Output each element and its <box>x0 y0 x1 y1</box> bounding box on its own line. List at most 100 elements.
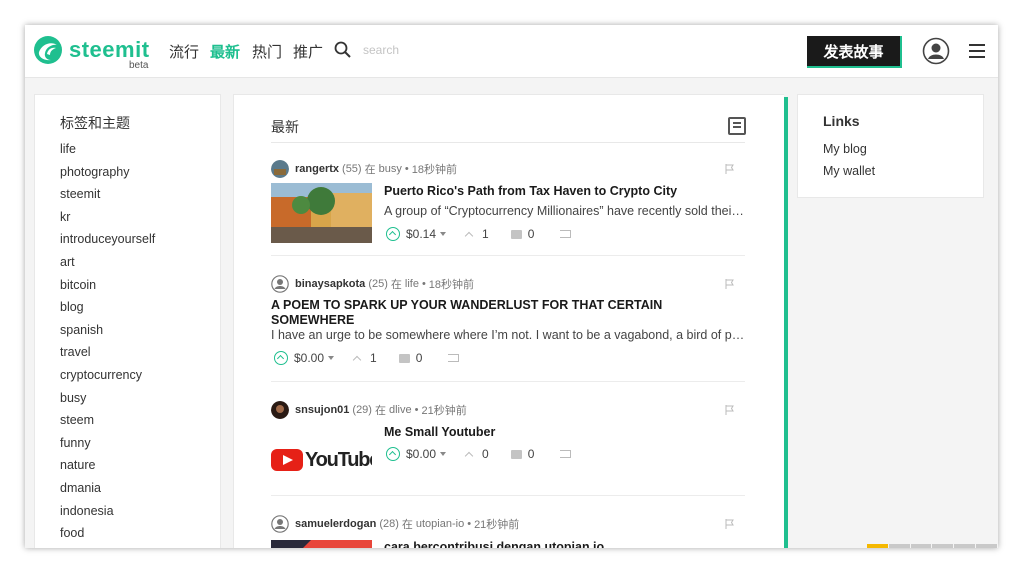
tag-link[interactable]: life <box>60 141 155 164</box>
chevron-down-icon[interactable] <box>440 232 447 236</box>
post-thumbnail[interactable]: YouTube <box>271 430 372 490</box>
post-author[interactable]: rangertx <box>295 163 339 175</box>
post-category[interactable]: life <box>405 278 419 290</box>
tag-link[interactable]: dmania <box>60 480 155 503</box>
tag-link[interactable]: introduceyourself <box>60 231 155 254</box>
vote-count[interactable]: 1 <box>482 227 489 241</box>
chevron-down-icon[interactable] <box>440 452 447 456</box>
steemit-logo-icon[interactable] <box>33 35 63 65</box>
comment-icon[interactable] <box>398 353 410 363</box>
tag-link[interactable]: food <box>60 525 155 548</box>
tag-link[interactable]: kr <box>60 209 155 232</box>
payout-value[interactable]: $0.14 <box>406 227 436 241</box>
comment-count[interactable]: 0 <box>528 227 535 241</box>
tags-sidebar: 标签和主题 life photography steemit kr introd… <box>34 94 221 548</box>
in-label: 在 <box>401 519 413 531</box>
bottom-strip <box>867 544 998 548</box>
nav-trending[interactable]: 流行 <box>169 41 199 62</box>
post-thumbnail[interactable] <box>271 540 372 548</box>
post-title[interactable]: Me Small Youtuber <box>384 425 744 440</box>
flag-icon[interactable] <box>725 519 735 529</box>
post-meta: snsujon01 (29) 在 dlive • 21秒钟前 <box>271 400 470 420</box>
nav-new[interactable]: 最新 <box>210 41 240 62</box>
post-meta: rangertx (55) 在 busy • 18秒钟前 <box>271 159 460 179</box>
search-icon[interactable] <box>334 41 352 59</box>
flag-icon[interactable] <box>725 405 735 415</box>
post-author[interactable]: snsujon01 <box>295 404 349 416</box>
flag-icon[interactable] <box>725 279 735 289</box>
comment-count[interactable]: 0 <box>528 447 535 461</box>
vote-count[interactable]: 1 <box>370 351 377 365</box>
post-time[interactable]: 18秒钟前 <box>412 161 457 177</box>
post-thumbnail[interactable] <box>271 183 372 243</box>
post-title[interactable]: A POEM TO SPARK UP YOUR WANDERLUST FOR T… <box>271 298 691 328</box>
links-panel: Links My blog My wallet <box>797 94 984 198</box>
tag-link[interactable]: steemit <box>60 186 155 209</box>
divider <box>271 142 745 143</box>
my-wallet-link[interactable]: My wallet <box>823 164 875 178</box>
post-category[interactable]: dlive <box>389 404 412 416</box>
hamburger-menu-icon[interactable] <box>969 44 985 58</box>
nav-hot[interactable]: 热门 <box>252 41 282 62</box>
post-excerpt[interactable]: A group of “Cryptocurrency Millionaires”… <box>384 204 744 218</box>
vote-count[interactable]: 0 <box>482 447 489 461</box>
sidebar-title: 标签和主题 <box>60 115 130 131</box>
author-reputation: (29) <box>352 404 372 416</box>
submit-story-button[interactable]: 发表故事 <box>807 36 902 68</box>
reblog-icon[interactable] <box>448 354 460 362</box>
my-blog-link[interactable]: My blog <box>823 142 867 156</box>
tag-link[interactable]: busy <box>60 390 155 413</box>
comment-count[interactable]: 0 <box>416 351 423 365</box>
post-item[interactable]: samuelerdogan (28) 在 utopian-io • 21秒钟前 … <box>271 514 745 548</box>
chevron-down-icon[interactable] <box>328 356 335 360</box>
post-actions: $0.00 0 0 <box>386 445 572 463</box>
post-time[interactable]: 21秒钟前 <box>474 516 519 532</box>
post-author[interactable]: samuelerdogan <box>295 518 376 530</box>
author-avatar[interactable] <box>271 160 289 178</box>
votes-icon <box>464 231 474 240</box>
reblog-icon[interactable] <box>560 450 572 458</box>
comment-icon[interactable] <box>510 229 522 239</box>
layout-toggle-icon[interactable] <box>728 117 746 135</box>
post-title[interactable]: cara bercontribusi dengan utopian.io <box>384 540 744 548</box>
post-time[interactable]: 21秒钟前 <box>421 402 466 418</box>
tag-link[interactable]: steem <box>60 412 155 435</box>
votes-icon <box>464 451 474 460</box>
author-avatar[interactable] <box>271 401 289 419</box>
upvote-icon[interactable] <box>274 351 288 365</box>
post-category[interactable]: utopian-io <box>416 518 464 530</box>
tag-link[interactable]: photography <box>60 164 155 187</box>
tag-link[interactable]: cryptocurrency <box>60 367 155 390</box>
tag-link[interactable]: funny <box>60 435 155 458</box>
author-avatar[interactable] <box>271 275 289 293</box>
post-excerpt[interactable]: I have an urge to be somewhere where I’m… <box>271 328 745 342</box>
post-item[interactable]: rangertx (55) 在 busy • 18秒钟前 Puerto Rico… <box>271 159 745 249</box>
flag-icon[interactable] <box>725 164 735 174</box>
search-input[interactable] <box>363 39 563 61</box>
post-feed: 最新 rangertx (55) 在 busy • 18秒钟前 Puerto R… <box>233 94 784 548</box>
separator-dot: • <box>404 163 409 175</box>
tag-link[interactable]: spanish <box>60 322 155 345</box>
tag-link[interactable]: travel <box>60 344 155 367</box>
tag-link[interactable]: indonesia <box>60 503 155 526</box>
upvote-icon[interactable] <box>386 227 400 241</box>
tag-link[interactable]: nature <box>60 457 155 480</box>
tag-link[interactable]: bitcoin <box>60 277 155 300</box>
reblog-icon[interactable] <box>560 230 572 238</box>
post-item[interactable]: binaysapkota (25) 在 life • 18秒钟前 A POEM … <box>271 274 745 374</box>
user-avatar-icon[interactable] <box>922 37 950 65</box>
payout-value[interactable]: $0.00 <box>406 447 436 461</box>
nav-promoted[interactable]: 推广 <box>293 41 323 62</box>
separator-dot: • <box>414 404 419 416</box>
post-title[interactable]: Puerto Rico's Path from Tax Haven to Cry… <box>384 184 744 199</box>
post-category[interactable]: busy <box>379 163 402 175</box>
comment-icon[interactable] <box>510 449 522 459</box>
post-item[interactable]: snsujon01 (29) 在 dlive • 21秒钟前 YouTube M… <box>271 400 745 490</box>
tag-link[interactable]: blog <box>60 299 155 322</box>
payout-value[interactable]: $0.00 <box>294 351 324 365</box>
post-time[interactable]: 18秒钟前 <box>429 276 474 292</box>
post-author[interactable]: binaysapkota <box>295 278 365 290</box>
tag-link[interactable]: art <box>60 254 155 277</box>
upvote-icon[interactable] <box>386 447 400 461</box>
author-avatar[interactable] <box>271 515 289 533</box>
